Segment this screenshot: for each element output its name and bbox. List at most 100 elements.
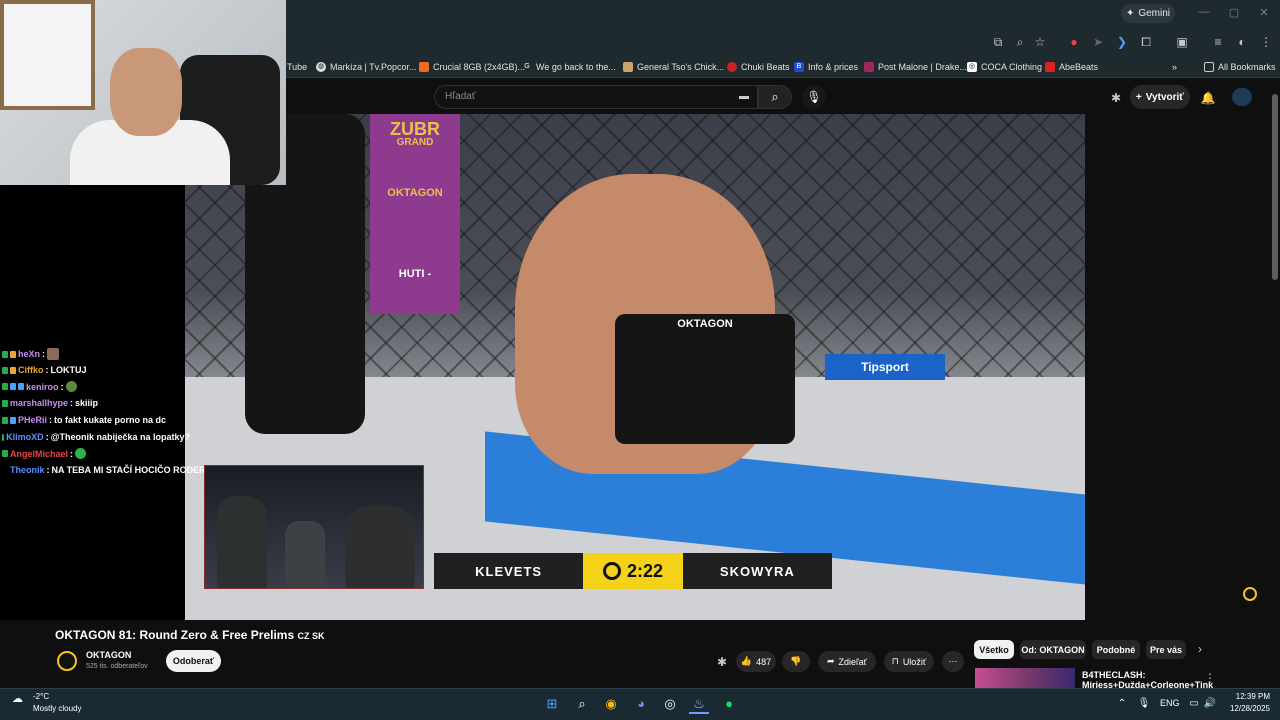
extension-grey-icon[interactable]: ➤ bbox=[1090, 34, 1106, 50]
recommended-thumbnail[interactable] bbox=[975, 668, 1075, 690]
sparkle-icon: ✦ bbox=[1125, 8, 1135, 19]
search-button[interactable]: ⌕ bbox=[758, 85, 792, 109]
abebeats-icon bbox=[1045, 61, 1055, 72]
volume-icon[interactable]: 🔊 bbox=[1200, 694, 1220, 714]
subscribe-button[interactable]: Odoberať bbox=[166, 650, 221, 672]
like-button[interactable]: 👍 487 bbox=[736, 651, 776, 672]
close-icon[interactable]: ✕ bbox=[1256, 6, 1272, 20]
bookmark-item[interactable]: AbeBeats bbox=[1045, 58, 1098, 75]
cast-settings-icon[interactable]: ✱ bbox=[1108, 90, 1124, 106]
bookmark-icon: ⊓ bbox=[891, 656, 899, 666]
globe-icon: ◍ bbox=[316, 61, 326, 72]
chat-message: Ciffko: LOKTUJ bbox=[2, 365, 190, 375]
bookmark-item[interactable]: Chuki Beats bbox=[727, 58, 790, 75]
profile-avatar-icon[interactable]: ◐ bbox=[1234, 34, 1250, 50]
channel-avatar[interactable] bbox=[57, 651, 77, 671]
search-input[interactable]: Hľadať ▬ bbox=[434, 85, 758, 109]
coca-icon: ◎ bbox=[967, 61, 977, 72]
menu-icon[interactable]: ⋮ bbox=[1258, 34, 1274, 50]
bookmark-item[interactable]: ◍ Markíza | Tv.Popcor... bbox=[316, 58, 417, 75]
fighter-left-name: KLEVETS bbox=[434, 553, 584, 589]
pip-person bbox=[345, 506, 415, 588]
dislike-button[interactable]: 👎 bbox=[782, 651, 810, 672]
chat-message: KlimoXD: @Theonik nabiječka na lopatky? bbox=[2, 432, 190, 442]
bookmark-item[interactable]: G We go back to the... bbox=[522, 58, 616, 75]
recommended-title[interactable]: B4THECLASH: Mirjess+Dužda+Corleone+Tink bbox=[1082, 670, 1213, 690]
chip-from-channel[interactable]: Od: OKTAGON bbox=[1020, 640, 1086, 659]
more-icon[interactable]: ⋮ bbox=[1202, 670, 1218, 686]
weather-condition[interactable]: Mostly cloudy bbox=[33, 704, 81, 713]
install-icon[interactable]: ⧉ bbox=[990, 34, 1006, 50]
post-icon bbox=[864, 61, 874, 72]
bookmarks-overflow-icon[interactable]: » bbox=[1172, 58, 1177, 75]
gemini-button[interactable]: ✦ Gemini bbox=[1121, 4, 1175, 23]
fight-scoreboard: KLEVETS 2:22 SKOWYRA bbox=[434, 553, 832, 589]
more-actions-button[interactable]: ⋯ bbox=[942, 651, 964, 672]
puzzle-icon[interactable]: ⧠ bbox=[1138, 34, 1154, 50]
account-avatar[interactable] bbox=[1232, 88, 1252, 106]
pip-corner-camera bbox=[204, 465, 424, 589]
tipsport-banner: Tipsport bbox=[825, 354, 945, 380]
folder-icon bbox=[1204, 61, 1214, 72]
channel-name[interactable]: OKTAGON bbox=[86, 650, 131, 660]
clock-date[interactable]: 12/28/2025 bbox=[1220, 704, 1270, 713]
chat-message: Theonik: NA TEBA MI STAČÍ HOCIČO RODERIK bbox=[10, 465, 215, 475]
pip-person bbox=[217, 496, 267, 588]
emote-icon bbox=[47, 348, 60, 360]
chip-related[interactable]: Podobné bbox=[1092, 640, 1140, 659]
gear-icon[interactable]: ✱ bbox=[714, 654, 730, 670]
bookmark-item[interactable]: ◎ COCA Clothing bbox=[967, 58, 1042, 75]
maximize-icon[interactable]: ▢ bbox=[1226, 6, 1242, 20]
bookmark-item[interactable]: Crucial 8GB (2x4GB)... bbox=[419, 58, 525, 75]
share-button[interactable]: ➦ Zdieľať bbox=[818, 651, 876, 672]
obs-icon[interactable]: ◎ bbox=[660, 694, 680, 714]
search-icon[interactable]: ⌕ bbox=[572, 694, 592, 714]
voice-search-button[interactable]: 🎙 bbox=[802, 85, 826, 109]
chat-message: heXn: bbox=[2, 348, 190, 360]
minimize-icon[interactable]: — bbox=[1196, 6, 1212, 20]
google-icon: G bbox=[524, 62, 530, 70]
chip-for-you[interactable]: Pre vás bbox=[1146, 640, 1186, 659]
video-title: OKTAGON 81: Round Zero & Free Prelims CZ… bbox=[55, 628, 325, 642]
bookmark-item[interactable]: Tube bbox=[287, 58, 307, 75]
search-icon: ⌕ bbox=[771, 89, 779, 104]
create-button[interactable]: + Vytvoriť bbox=[1130, 85, 1190, 109]
sidepanel-icon[interactable]: ▣ bbox=[1174, 34, 1190, 50]
extension-blue-icon[interactable]: ❯ bbox=[1114, 34, 1130, 50]
media-icon[interactable]: ≡ bbox=[1210, 34, 1226, 50]
share-icon: ➦ bbox=[826, 656, 835, 666]
chip-all[interactable]: Všetko bbox=[974, 640, 1014, 659]
chevron-up-icon[interactable]: ⌃ bbox=[1112, 694, 1132, 714]
bookmark-item[interactable]: Post Malone | Drake... bbox=[864, 58, 967, 75]
language-indicator[interactable]: ENG bbox=[1160, 698, 1180, 708]
discord-icon[interactable]: ◕ bbox=[631, 694, 651, 714]
streamer-head bbox=[110, 48, 182, 136]
notifications-bell-icon[interactable]: 🔔 bbox=[1200, 90, 1216, 106]
keyboard-icon[interactable]: ▬ bbox=[739, 91, 749, 102]
chevron-right-icon[interactable]: › bbox=[1192, 641, 1208, 657]
bookmark-item[interactable]: B Info & prices bbox=[794, 58, 858, 75]
weather-temp[interactable]: -2°C bbox=[33, 692, 49, 701]
bookmark-item[interactable]: General Tso's Chick... bbox=[623, 58, 724, 75]
zoom-icon[interactable]: ⌕ bbox=[1012, 34, 1028, 50]
chat-message: keniroo: bbox=[2, 381, 190, 392]
microphone-icon[interactable]: 🎙 bbox=[1134, 694, 1154, 714]
chuki-icon bbox=[727, 61, 737, 72]
extension-red-icon[interactable]: ● bbox=[1066, 34, 1082, 50]
weather-icon[interactable]: ☁ bbox=[12, 692, 30, 706]
page-scrollbar[interactable] bbox=[1272, 94, 1278, 280]
crucial-icon bbox=[419, 61, 429, 72]
clock-time[interactable]: 12:39 PM bbox=[1226, 692, 1270, 701]
streamer-webcam bbox=[0, 0, 286, 185]
windows-start-icon[interactable]: ⊞ bbox=[542, 694, 562, 714]
more-icon: ⋯ bbox=[948, 656, 958, 666]
all-bookmarks[interactable]: All Bookmarks bbox=[1204, 58, 1276, 75]
oktagon-logo-icon bbox=[602, 562, 621, 580]
subscriber-count: 525 tis. odberateľov bbox=[86, 663, 148, 670]
steam-icon[interactable]: ♨ bbox=[689, 694, 709, 714]
spotify-icon[interactable]: ● bbox=[719, 694, 739, 714]
save-button[interactable]: ⊓ Uložiť bbox=[884, 651, 934, 672]
chrome-icon[interactable]: ◉ bbox=[601, 694, 621, 714]
emote-icon bbox=[65, 381, 77, 392]
star-icon[interactable]: ☆ bbox=[1032, 34, 1048, 50]
